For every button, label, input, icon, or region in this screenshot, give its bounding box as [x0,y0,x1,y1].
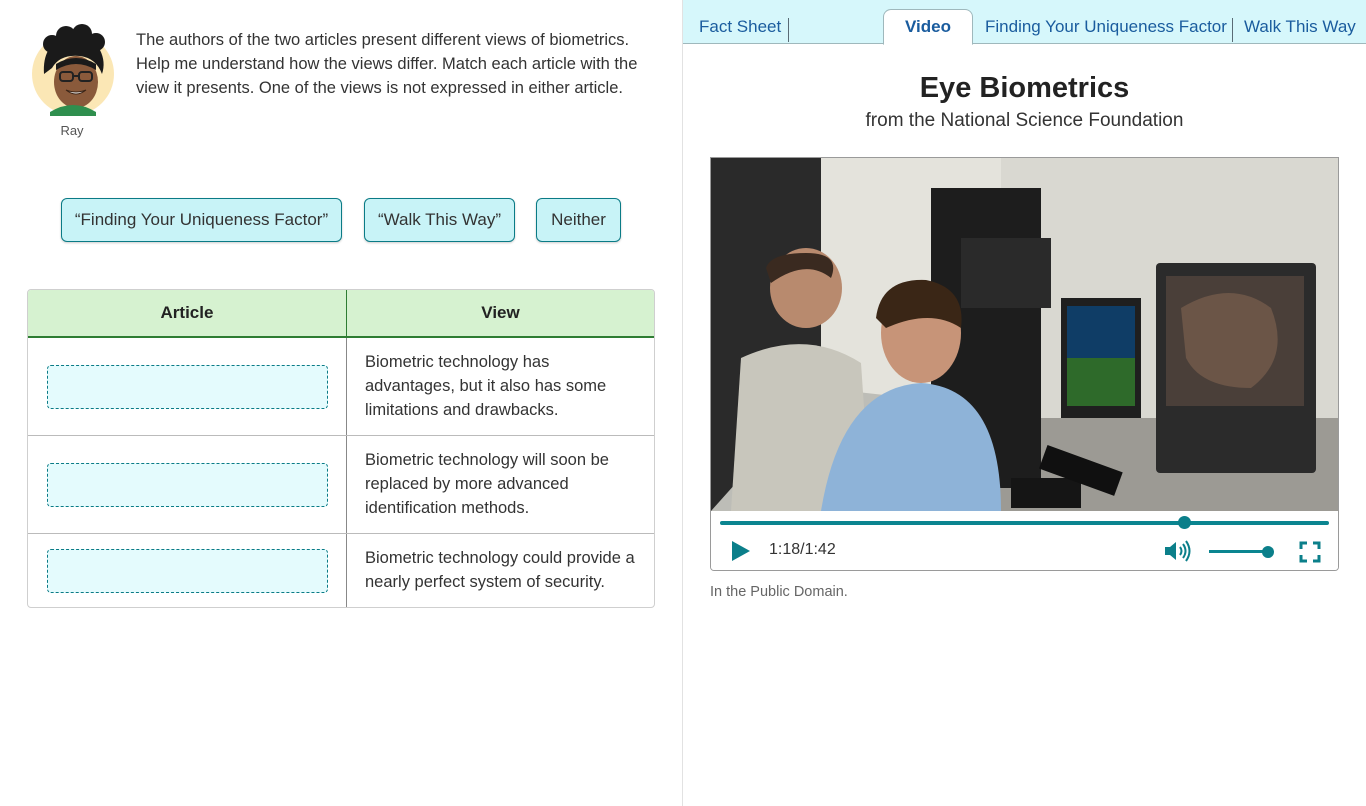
play-icon[interactable] [729,539,753,563]
view-text: Biometric technology has advantages, but… [365,353,607,419]
volume-knob[interactable] [1262,546,1274,558]
match-table: Article View Biometric technology has ad… [27,289,655,608]
video-subtitle: from the National Science Foundation [865,110,1184,131]
table-row: Biometric technology could provide a nea… [28,534,654,607]
chip-finding-your-uniqueness-factor[interactable]: “Finding Your Uniqueness Factor” [61,198,342,242]
article-cell [28,436,347,533]
view-text: Biometric technology could provide a nea… [365,549,635,591]
column-header-article: Article [28,290,347,336]
video-title: Eye Biometrics [919,72,1130,104]
column-header-view: View [481,303,520,322]
progress-bar[interactable] [720,521,1329,525]
table-row: Biometric technology will soon be replac… [28,436,654,534]
video-credit: In the Public Domain. [710,584,848,600]
article-cell [28,534,347,607]
tab-separator [1232,18,1233,42]
video-frame[interactable] [711,158,1338,511]
table-row: Biometric technology has advantages, but… [28,338,654,436]
tab-separator [788,18,789,42]
drop-zone-3[interactable] [46,548,328,593]
volume-icon[interactable] [1163,539,1191,563]
video-player: 1:18/1:42 [710,157,1339,571]
tab-fact-sheet[interactable]: Fact Sheet [699,10,781,44]
tab-walk-this-way[interactable]: Walk This Way [1244,10,1356,44]
tab-video[interactable]: Video [883,9,973,45]
resource-tabs: Fact Sheet Video Finding Your Uniqueness… [683,0,1366,45]
drop-zone-2[interactable] [46,462,328,507]
table-header: Article View [28,290,654,338]
time-display: 1:18/1:42 [769,541,836,558]
drop-zone-1[interactable] [46,364,328,409]
resource-panel: Fact Sheet Video Finding Your Uniqueness… [683,0,1366,806]
task-prompt: The authors of the two articles present … [136,31,638,97]
video-controls: 1:18/1:42 [711,511,1338,570]
character-avatar [32,24,114,116]
view-text: Biometric technology will soon be replac… [365,451,609,517]
character-name: Ray [60,123,84,138]
chip-neither[interactable]: Neither [536,198,621,242]
volume-slider[interactable] [1209,550,1269,553]
tab-finding-your-uniqueness-factor[interactable]: Finding Your Uniqueness Factor [985,10,1227,44]
progress-scrubber[interactable] [1178,516,1192,529]
fullscreen-icon[interactable] [1299,541,1321,563]
task-panel: Ray The authors of the two articles pres… [0,0,682,806]
chip-walk-this-way[interactable]: “Walk This Way” [364,198,515,242]
article-cell [28,338,347,435]
